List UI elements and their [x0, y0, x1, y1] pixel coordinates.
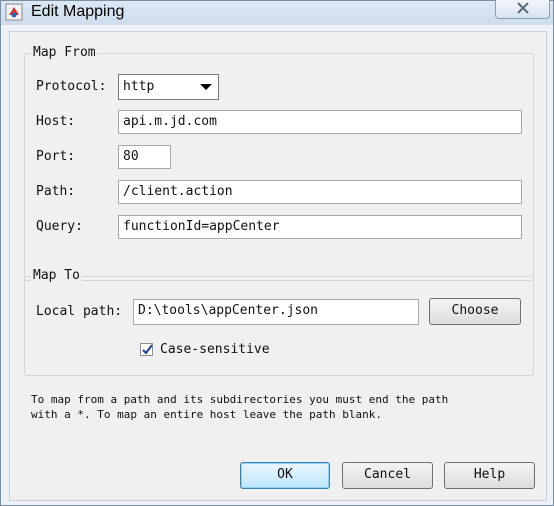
title-bar[interactable]: Edit Mapping	[1, 0, 553, 25]
path-label: Path:	[36, 184, 76, 199]
query-label: Query:	[36, 219, 83, 234]
protocol-value: http	[123, 79, 155, 94]
close-button[interactable]	[495, 0, 550, 19]
query-input[interactable]: functionId=appCenter	[118, 215, 522, 239]
help-text: To map from a path and its subdirectorie…	[31, 392, 531, 422]
dialog-body: Map From Protocol: http Host: api.m.jd.c…	[9, 31, 547, 501]
local-path-label: Local path:	[36, 304, 123, 319]
app-icon	[5, 3, 23, 21]
help-button[interactable]: Help	[444, 462, 535, 489]
port-label: Port:	[36, 149, 76, 164]
chevron-down-icon	[200, 84, 212, 90]
map-to-legend: Map To	[31, 268, 82, 283]
help-text-line-1: To map from a path and its subdirectorie…	[31, 393, 449, 406]
case-sensitive-checkbox[interactable]	[140, 343, 153, 356]
close-icon	[517, 2, 529, 14]
checkmark-icon	[142, 344, 153, 355]
host-label: Host:	[36, 114, 76, 129]
cancel-button[interactable]: Cancel	[342, 462, 433, 489]
protocol-label: Protocol:	[36, 79, 107, 94]
edit-mapping-dialog: Edit Mapping Map From Protocol: http Hos…	[0, 0, 554, 506]
port-input[interactable]: 80	[118, 145, 171, 169]
protocol-select[interactable]: http	[118, 74, 219, 100]
window-title: Edit Mapping	[31, 3, 125, 20]
path-input[interactable]: /client.action	[118, 180, 522, 204]
map-from-legend: Map From	[31, 45, 98, 60]
host-input[interactable]: api.m.jd.com	[118, 110, 522, 134]
choose-button[interactable]: Choose	[429, 298, 521, 325]
ok-button[interactable]: OK	[240, 462, 330, 489]
help-text-line-2: with a *. To map an entire host leave th…	[31, 408, 382, 421]
case-sensitive-label[interactable]: Case-sensitive	[160, 342, 270, 357]
local-path-input[interactable]: D:\tools\appCenter.json	[133, 299, 419, 325]
map-to-group: Map To	[24, 268, 534, 376]
